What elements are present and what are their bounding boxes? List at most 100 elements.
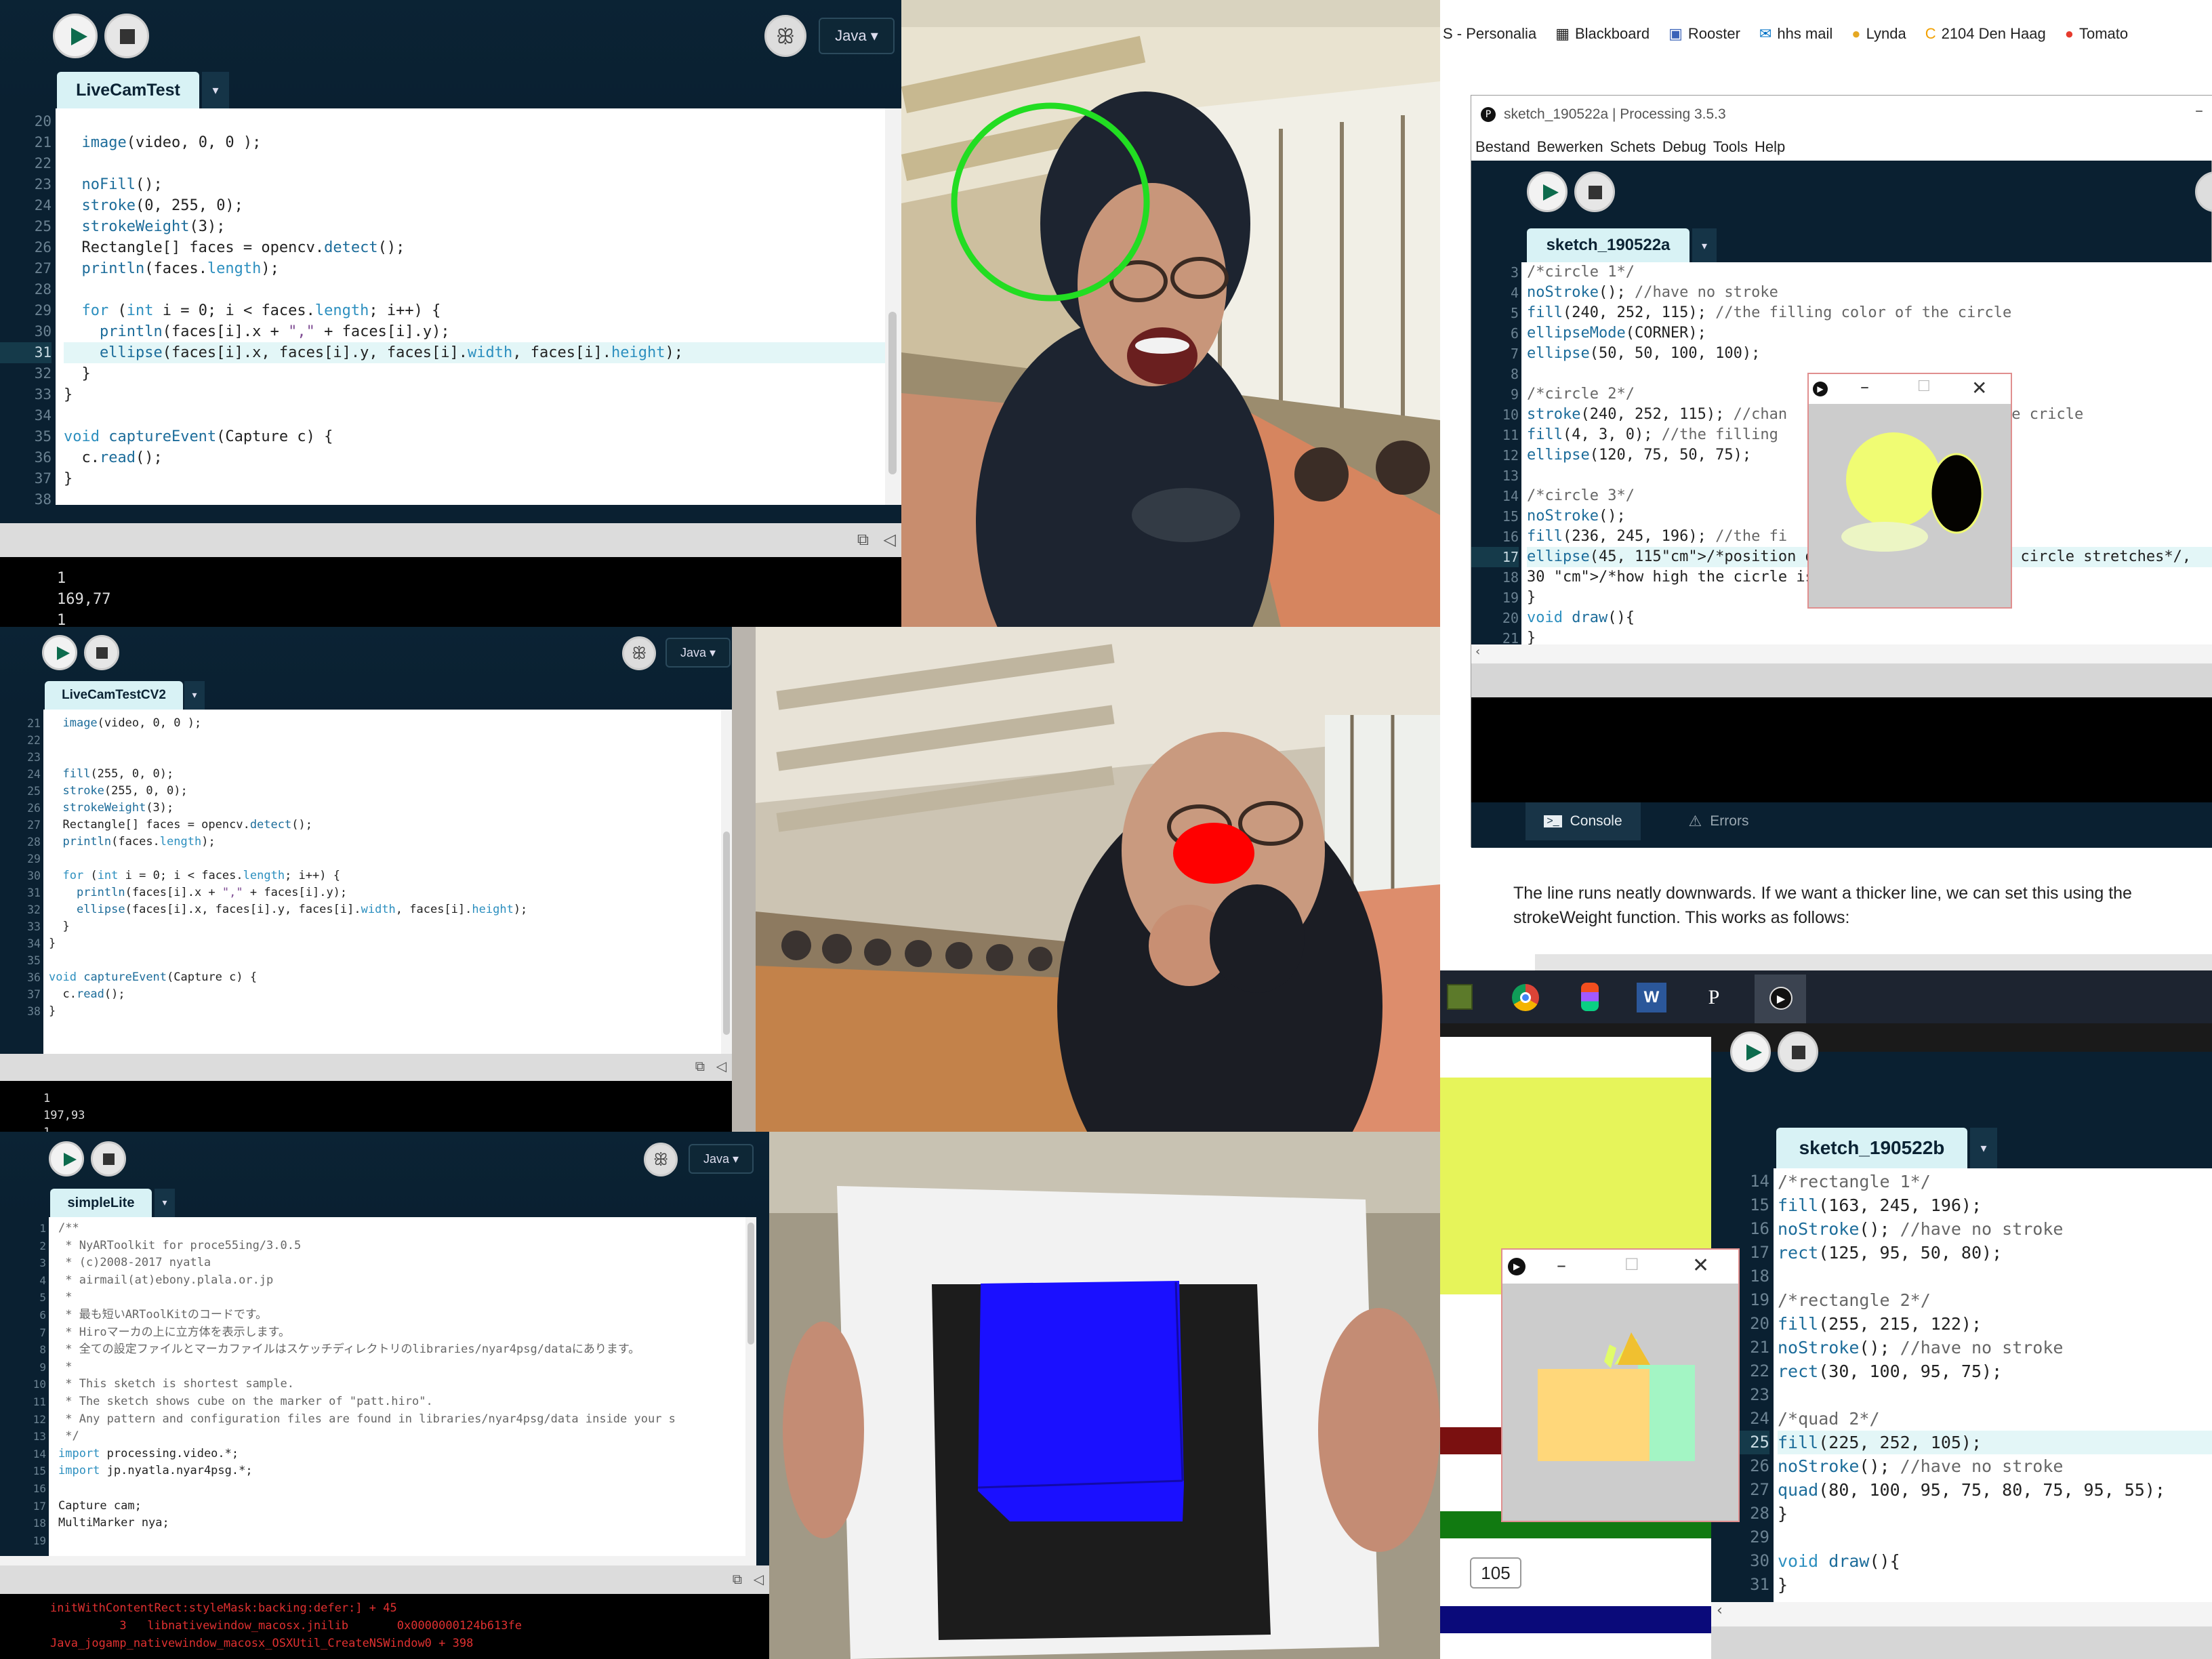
code-line: println(faces[i].x + "," + faces[i].y);: [76, 886, 348, 899]
tab-menu-arrow[interactable]: ▾: [155, 1189, 175, 1217]
debug-button[interactable]: ꕥ: [764, 15, 806, 57]
menu-item-debug[interactable]: Debug: [1662, 138, 1706, 156]
stop-button[interactable]: [1778, 1031, 1818, 1072]
line-number: 9: [39, 1360, 46, 1374]
scrollbar[interactable]: [721, 710, 732, 1054]
code-line: import processing.video.*;: [58, 1446, 239, 1460]
bookmark-item[interactable]: ▣ Rooster: [1668, 25, 1740, 43]
collapse-icon[interactable]: ◁: [716, 1058, 726, 1074]
run-button[interactable]: [49, 1141, 84, 1176]
run-button[interactable]: [53, 14, 98, 58]
chrome-icon[interactable]: [1512, 984, 1539, 1011]
minecraft-icon[interactable]: [1447, 984, 1473, 1010]
bookmark-icon: ✉: [1759, 25, 1772, 42]
copy-icon[interactable]: ⧉: [857, 530, 869, 549]
bookmark-item[interactable]: ● Lynda: [1851, 25, 1906, 43]
close-icon[interactable]: ✕: [1971, 377, 1987, 399]
close-icon[interactable]: ✕: [1692, 1254, 1709, 1277]
code-line: }: [49, 1004, 56, 1018]
stop-icon: [1589, 186, 1602, 199]
stop-button[interactable]: [1574, 171, 1615, 212]
horizontal-scrollbar[interactable]: ‹: [1711, 1602, 2212, 1626]
word-icon[interactable]: W: [1637, 983, 1666, 1012]
minimize-icon[interactable]: –: [1860, 377, 1869, 397]
mode-dropdown[interactable]: Java ▾: [819, 18, 895, 54]
tab-sketch-190522b[interactable]: sketch_190522b: [1776, 1128, 1967, 1168]
run-button[interactable]: [42, 635, 77, 670]
webcam-image: [756, 627, 1440, 1132]
menu-item-schets[interactable]: Schets: [1610, 138, 1656, 156]
stop-button[interactable]: [91, 1141, 126, 1176]
mode-dropdown[interactable]: Java ▾: [689, 1144, 754, 1174]
menu-item-tools[interactable]: Tools: [1713, 138, 1748, 156]
line-number: 6: [39, 1308, 46, 1322]
copy-icon[interactable]: ⧉: [695, 1058, 705, 1074]
debug-button[interactable]: ꕥ: [644, 1143, 678, 1176]
menu-item-help[interactable]: Help: [1755, 138, 1785, 156]
webcam-image: [769, 1132, 1440, 1659]
bookmark-item[interactable]: ● Tomato: [2065, 25, 2128, 43]
line-number: 28: [27, 836, 41, 848]
scrollbar[interactable]: [745, 1217, 756, 1624]
maximize-icon[interactable]: ☐: [1917, 378, 1931, 395]
bookmark-item[interactable]: S - Personalia: [1443, 25, 1536, 43]
minimize-icon[interactable]: –: [2195, 101, 2203, 120]
tab-sketch-190522a[interactable]: sketch_190522a: [1527, 228, 1689, 262]
errors-tab-label: Errors: [1710, 813, 1749, 829]
tab-simplelite[interactable]: simpleLite: [50, 1189, 152, 1217]
line-number: 16: [33, 1481, 46, 1495]
console-area: [1471, 697, 2212, 802]
horizontal-scrollbar[interactable]: ‹: [1471, 644, 2212, 663]
line-number: 15: [1750, 1195, 1769, 1214]
stop-button[interactable]: [84, 635, 119, 670]
tab-errors[interactable]: ⚠ Errors: [1661, 802, 1776, 840]
menu-bar: Bestand Bewerken Schets Debug Tools Help: [1471, 134, 2212, 161]
scrollbar[interactable]: [885, 108, 901, 505]
collapse-icon[interactable]: ◁: [884, 530, 896, 549]
code-line: fill(255, 0, 0);: [62, 767, 174, 781]
code-editor[interactable]: /*rectangle 1*/ fill(163, 245, 196); noStr…: [1774, 1168, 2212, 1602]
bookmark-item[interactable]: C 2104 Den Haag: [1925, 25, 2046, 43]
play-icon: [64, 1153, 77, 1166]
tab-menu-arrow[interactable]: ▾: [202, 72, 229, 108]
code-line: void captureEvent(Capture c) {: [49, 970, 258, 984]
run-button[interactable]: [1527, 171, 1568, 212]
collapse-icon[interactable]: ◁: [754, 1571, 764, 1587]
line-number: 2: [39, 1239, 46, 1252]
play-icon: [71, 28, 87, 45]
copy-icon[interactable]: ⧉: [733, 1571, 742, 1587]
bookmark-item[interactable]: ✉ hhs mail: [1759, 25, 1832, 43]
code-line: /*quad 2*/: [1778, 1409, 1880, 1429]
line-number: 20: [34, 113, 52, 129]
minimize-icon[interactable]: –: [1557, 1254, 1566, 1276]
tab-livecamtestcv2[interactable]: LiveCamTestCV2: [45, 681, 183, 710]
maximize-icon[interactable]: ☐: [1624, 1255, 1639, 1274]
menu-item-bewerken[interactable]: Bewerken: [1537, 138, 1603, 156]
code-editor[interactable]: image(video, 0, 0 ); noFill(); stroke(0,…: [56, 108, 886, 505]
debug-button[interactable]: ꕥ: [622, 636, 656, 670]
figma-icon[interactable]: [1581, 983, 1599, 1011]
tab-console[interactable]: >_ Console: [1525, 802, 1641, 840]
tab-menu-arrow[interactable]: ▾: [184, 681, 205, 710]
tab-menu-arrow[interactable]: ▾: [1970, 1128, 1997, 1168]
line-number: 16: [1502, 529, 1519, 545]
line-number: 31: [1750, 1575, 1769, 1594]
line-number: 15: [1502, 508, 1519, 525]
tab-livecamtest[interactable]: LiveCamTest: [57, 72, 199, 108]
run-button[interactable]: [1730, 1031, 1771, 1072]
processing-icon[interactable]: P: [1699, 983, 1729, 1012]
play-icon: [1543, 184, 1559, 201]
line-number: 34: [34, 407, 52, 424]
tab-menu-arrow[interactable]: ▾: [1692, 228, 1717, 262]
webcam-image: [901, 0, 1440, 627]
menu-item-bestand[interactable]: Bestand: [1475, 138, 1530, 156]
mode-dropdown[interactable]: Java ▾: [665, 638, 731, 668]
debug-button[interactable]: [2195, 171, 2212, 212]
processing-run-icon[interactable]: ▶: [1755, 975, 1806, 1023]
stop-button[interactable]: [104, 14, 149, 58]
code-line: }: [1778, 1504, 1788, 1523]
code-editor[interactable]: image(video, 0, 0 ); fill(255, 0, 0); st…: [43, 710, 721, 1054]
bookmark-item[interactable]: ▦ Blackboard: [1555, 25, 1650, 43]
